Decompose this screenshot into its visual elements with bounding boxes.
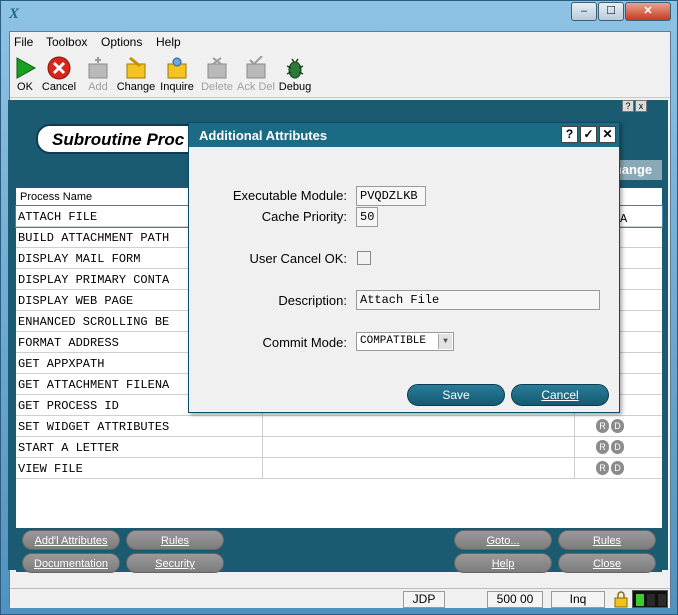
debug-button[interactable]: Debug [278, 54, 312, 96]
column-divider [262, 458, 263, 479]
row-actions: RD [596, 419, 626, 433]
dialog-title-bar: Additional Attributes ? ✓ ✕ [189, 123, 619, 147]
process-name-cell: GET ATTACHMENT FILENA [18, 378, 170, 392]
menu-help[interactable]: Help [156, 35, 181, 49]
selected-row-suffix: A [620, 212, 628, 226]
debug-icon [286, 58, 304, 79]
ack-del-icon [246, 56, 266, 79]
menu-file[interactable]: File [14, 35, 33, 49]
user-cancel-label: User Cancel OK: [249, 251, 347, 266]
menu-options[interactable]: Options [101, 35, 142, 49]
process-name-cell: ATTACH FILE [18, 210, 98, 224]
table-row[interactable]: SET WIDGET ATTRIBUTES R D [16, 416, 662, 437]
additional-attributes-dialog: Additional Attributes ? ✓ ✕ Executable M… [188, 122, 620, 413]
process-name-cell: DISPLAY MAIL FORM [18, 252, 141, 266]
row-d-button[interactable]: D [611, 440, 624, 454]
process-name-cell: SET WIDGET ATTRIBUTES [18, 420, 170, 434]
process-name-cell: VIEW FILE [18, 462, 83, 476]
table-row[interactable]: START A LETTER R D [16, 437, 662, 458]
change-button[interactable]: Change [116, 54, 156, 96]
cancel-button[interactable]: Cancel [40, 54, 78, 96]
process-name-cell: GET APPXPATH [18, 357, 105, 371]
column-divider [574, 416, 575, 437]
bottom-button-bar: Add'l Attributes Rules Documentation Sec… [16, 528, 662, 573]
column-divider [262, 437, 263, 458]
save-button[interactable]: Save [407, 384, 505, 406]
close-button[interactable]: ✕ [625, 2, 671, 21]
add-button[interactable]: Add [84, 54, 112, 96]
panel-help-button[interactable]: ? [622, 100, 634, 112]
cache-priority-label: Cache Priority: [261, 209, 347, 224]
exec-module-label: Executable Module: [232, 188, 347, 203]
exec-module-field[interactable]: PVQDZLKB [356, 186, 426, 206]
row-r-button[interactable]: R [596, 419, 609, 433]
change-icon [126, 56, 146, 79]
status-jdp: JDP [403, 591, 445, 608]
row-d-button[interactable]: D [611, 461, 624, 475]
status-time: 500 00 [487, 591, 543, 608]
dialog-close-button[interactable]: ✕ [599, 126, 616, 143]
process-name-cell: DISPLAY PRIMARY CONTA [18, 273, 170, 287]
close-panel-button[interactable]: Close [558, 553, 656, 573]
panel-close-button[interactable]: x [635, 100, 647, 112]
commit-mode-value: COMPATIBLE [360, 335, 427, 347]
column-header-process-name: Process Name [20, 191, 93, 203]
cancel-icon [47, 56, 71, 80]
row-actions: RD [596, 440, 626, 454]
inquire-button[interactable]: Inquire [159, 54, 195, 96]
page-title: Subroutine Proc [52, 130, 185, 149]
menu-toolbox[interactable]: Toolbox [46, 35, 87, 49]
commit-mode-label: Commit Mode: [262, 335, 347, 350]
process-name-cell: FORMAT ADDRESS [18, 336, 119, 350]
process-name-cell: BUILD ATTACHMENT PATH [18, 231, 170, 245]
description-field[interactable]: Attach File [356, 290, 600, 310]
cache-priority-field[interactable]: 50 [356, 207, 378, 227]
commit-mode-select[interactable]: COMPATIBLE ▼ [356, 332, 454, 351]
process-name-cell: ENHANCED SCROLLING BE [18, 315, 170, 329]
dialog-cancel-button[interactable]: Cancel [511, 384, 609, 406]
dialog-accept-button[interactable]: ✓ [580, 126, 597, 143]
menu-bar: File Toolbox Options Help [10, 32, 670, 52]
ack-del-button[interactable]: Ack Del [237, 54, 275, 96]
rules-left-button[interactable]: Rules [126, 530, 224, 550]
documentation-button[interactable]: Documentation [22, 553, 120, 573]
row-r-button[interactable]: R [596, 461, 609, 475]
dialog-help-button[interactable]: ? [561, 126, 578, 143]
row-r-button[interactable]: R [596, 440, 609, 454]
maximize-button[interactable]: ☐ [598, 2, 624, 21]
status-bar: JDP 500 00 Inq [10, 588, 670, 608]
process-name-cell: DISPLAY WEB PAGE [18, 294, 134, 308]
minimize-button[interactable]: – [571, 2, 597, 21]
delete-icon [207, 57, 227, 79]
column-divider [262, 416, 263, 437]
column-divider [574, 458, 575, 479]
lock-icon [613, 591, 629, 608]
table-row[interactable]: VIEW FILE R D [16, 458, 662, 479]
row-d-button[interactable]: D [611, 419, 624, 433]
process-name-cell: GET PROCESS ID [18, 399, 119, 413]
description-label: Description: [278, 293, 347, 308]
app-icon: X [9, 6, 20, 22]
goto-button[interactable]: Goto... [454, 530, 552, 550]
inquire-icon [167, 57, 187, 79]
dialog-title: Additional Attributes [199, 128, 328, 143]
column-divider [574, 437, 575, 458]
user-cancel-checkbox[interactable] [357, 251, 371, 265]
title-bar: X – ☐ ✕ [1, 1, 678, 29]
add-icon [88, 57, 108, 79]
status-indicator-icon [632, 590, 668, 608]
help-button[interactable]: Help [454, 553, 552, 573]
delete-button[interactable]: Delete [200, 54, 234, 96]
ok-button[interactable]: OK [12, 54, 38, 96]
rules-right-button[interactable]: Rules [558, 530, 656, 550]
addl-attributes-button[interactable]: Add'l Attributes [22, 530, 120, 550]
row-actions: RD [596, 461, 626, 475]
chevron-down-icon: ▼ [438, 334, 452, 349]
toolbar: OK Cancel Add Change Inquire Delete Ack … [10, 52, 670, 98]
ok-icon [16, 57, 37, 79]
security-button[interactable]: Security [126, 553, 224, 573]
process-name-cell: START A LETTER [18, 441, 119, 455]
status-mode: Inq [551, 591, 605, 608]
